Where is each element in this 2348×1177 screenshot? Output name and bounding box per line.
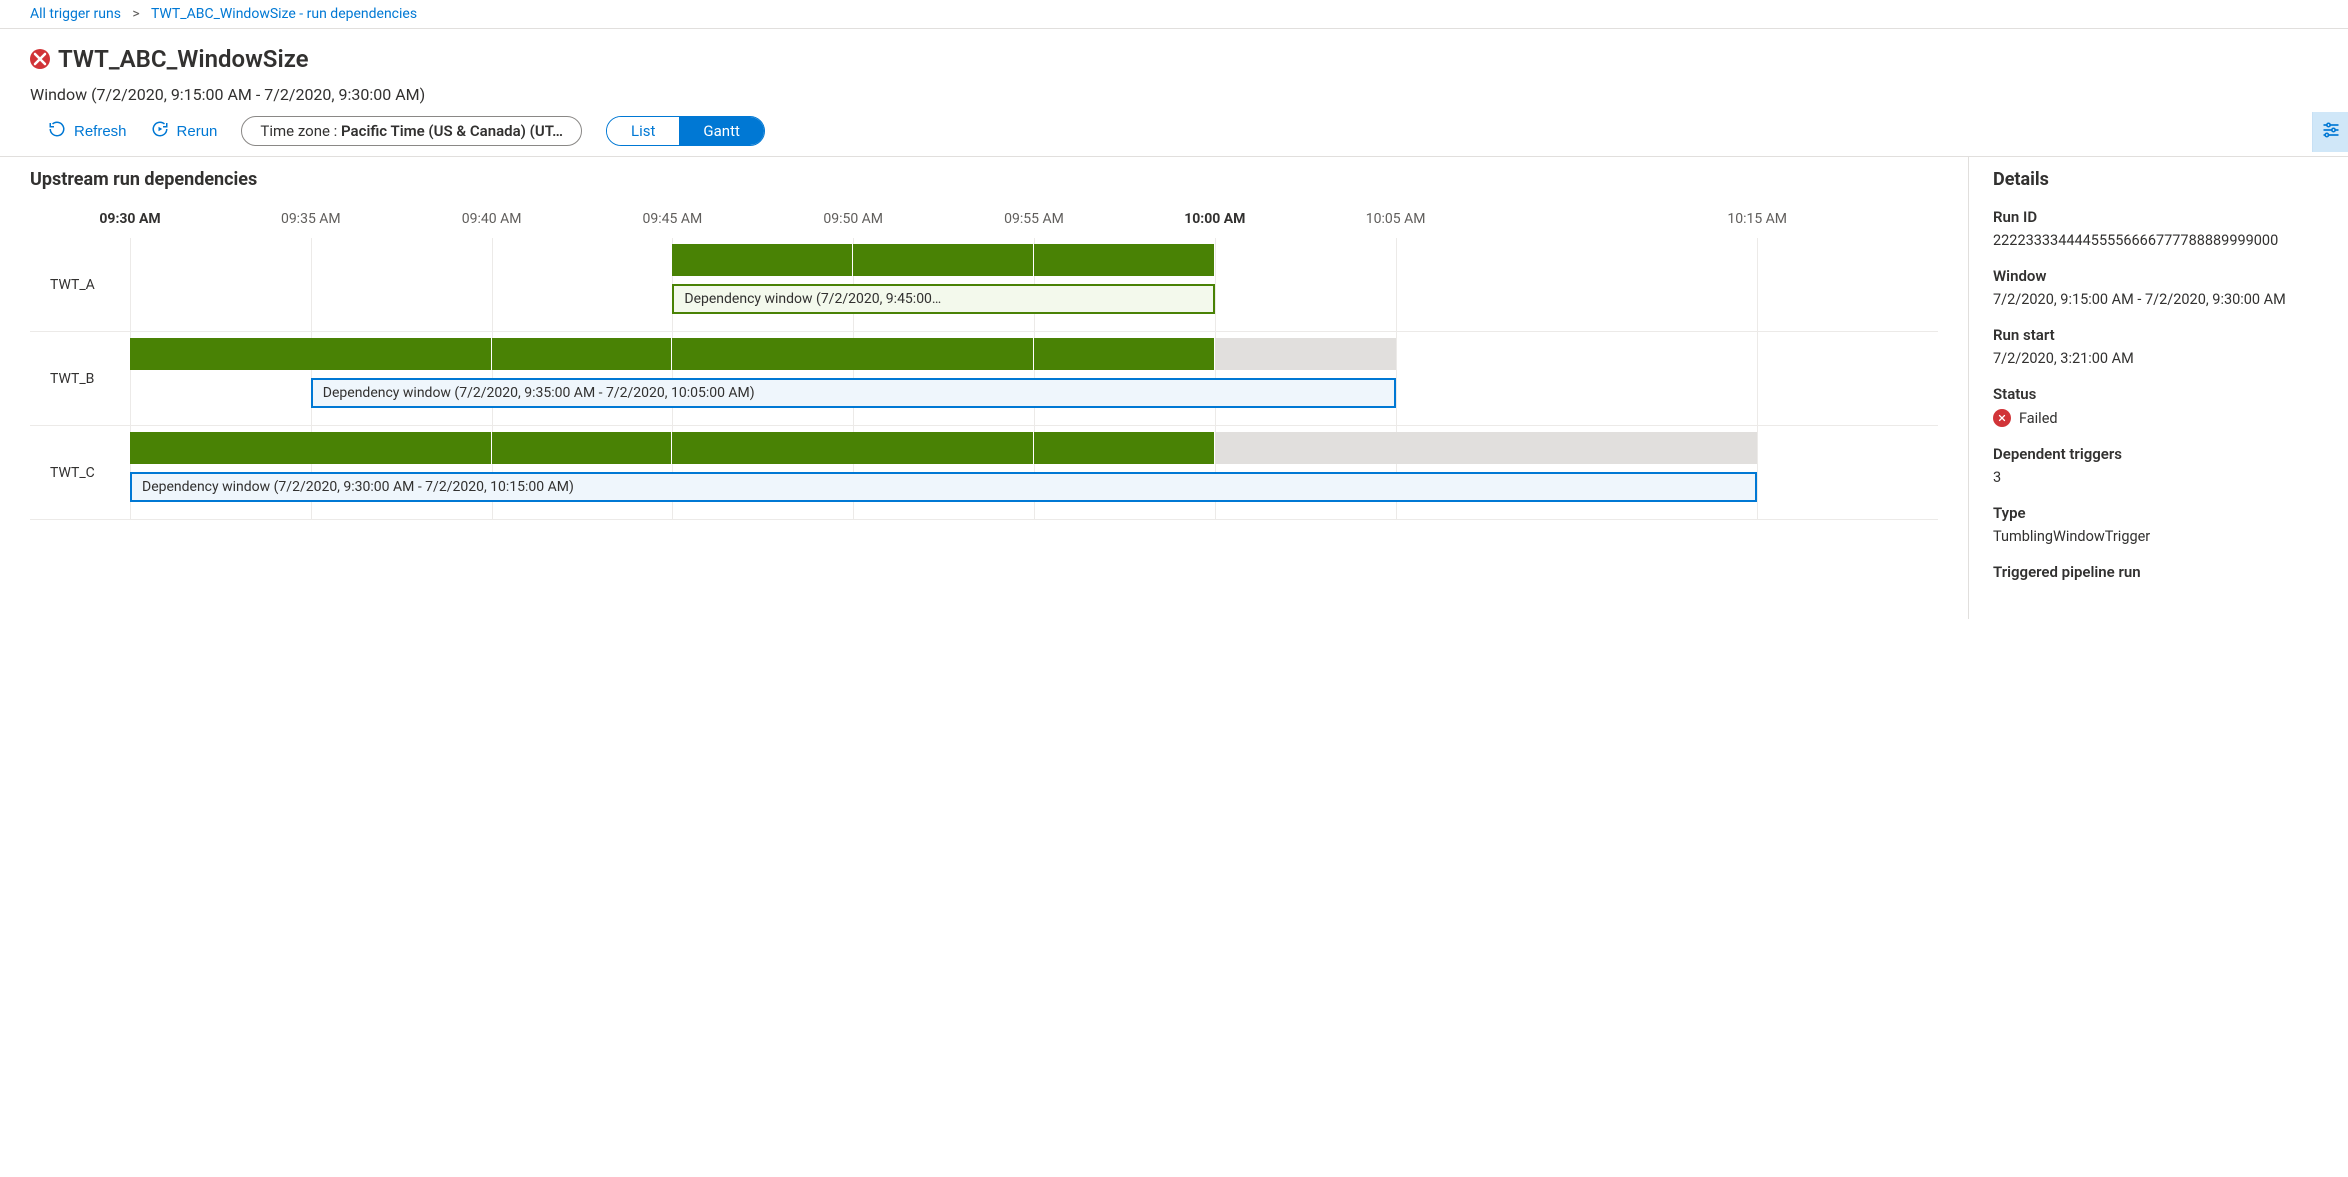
run-id-value: 22223333444455556666777788889999000 xyxy=(1993,232,2324,249)
gantt-row: TWT_CDependency window (7/2/2020, 9:30:0… xyxy=(30,426,1938,520)
gantt-row-label: TWT_B xyxy=(30,332,130,425)
gantt-bar-segment xyxy=(492,432,673,464)
refresh-icon xyxy=(48,120,66,142)
gantt-bar-segment xyxy=(1034,244,1215,276)
view-toggle: List Gantt xyxy=(606,116,765,146)
gantt-tick-label: 10:00 AM xyxy=(1184,211,1245,227)
dependent-triggers-value: 3 xyxy=(1993,469,2324,486)
upstream-dependencies-title: Upstream run dependencies xyxy=(30,169,1938,190)
dependent-triggers-label: Dependent triggers xyxy=(1993,445,2324,463)
details-title: Details xyxy=(1993,169,2324,190)
type-value: TumblingWindowTrigger xyxy=(1993,528,2324,545)
toolbar: Refresh Rerun Time zone : Pacific Time (… xyxy=(0,116,2348,156)
page-title: TWT_ABC_WindowSize xyxy=(58,45,309,73)
rerun-button[interactable]: Rerun xyxy=(151,118,218,144)
gantt-bar-segment xyxy=(1215,338,1396,370)
gantt-tick-label: 09:40 AM xyxy=(462,211,522,227)
gantt-row-plot: Dependency window (7/2/2020, 9:45:00… xyxy=(130,238,1938,331)
gantt-bar-segment xyxy=(1034,432,1215,464)
sliders-icon xyxy=(2321,120,2341,144)
gantt-tick-label: 09:45 AM xyxy=(643,211,703,227)
status-error-icon xyxy=(30,49,50,69)
status-value: Failed xyxy=(2019,410,2058,427)
breadcrumb: All trigger runs > TWT_ABC_WindowSize - … xyxy=(0,0,2348,29)
gantt-tick-label: 10:15 AM xyxy=(1727,211,1787,227)
view-toggle-gantt[interactable]: Gantt xyxy=(679,117,763,145)
breadcrumb-separator: > xyxy=(132,6,139,22)
settings-button[interactable] xyxy=(2312,112,2348,152)
details-panel: Details Run ID 2222333344445555666677778… xyxy=(1968,157,2348,619)
gantt-bar[interactable] xyxy=(672,244,1214,276)
window-label: Window xyxy=(1993,267,2324,285)
gantt-bar-segment xyxy=(672,432,1034,464)
gantt-row-label: TWT_A xyxy=(30,238,130,331)
timezone-label: Time zone : xyxy=(260,122,341,140)
gantt-row: TWT_A Dependency window (7/2/2020, 9:45:0… xyxy=(30,238,1938,332)
window-subtitle: Window (7/2/2020, 9:15:00 AM - 7/2/2020,… xyxy=(30,73,2318,116)
gantt-row-plot: Dependency window (7/2/2020, 9:35:00 AM … xyxy=(130,332,1938,425)
run-start-label: Run start xyxy=(1993,326,2324,344)
gantt-tick-label: 09:55 AM xyxy=(1004,211,1064,227)
run-start-value: 7/2/2020, 3:21:00 AM xyxy=(1993,350,2324,367)
dependency-window[interactable]: Dependency window (7/2/2020, 9:45:00… xyxy=(672,284,1214,314)
dependency-window[interactable]: Dependency window (7/2/2020, 9:30:00 AM … xyxy=(130,472,1757,502)
gantt-tick-label: 09:35 AM xyxy=(281,211,341,227)
view-toggle-list[interactable]: List xyxy=(607,117,679,145)
gantt-tick-label: 09:30 AM xyxy=(99,211,160,227)
rerun-label: Rerun xyxy=(177,123,218,140)
status-failed-icon xyxy=(1993,409,2011,427)
type-label: Type xyxy=(1993,504,2324,522)
gantt-row-plot: Dependency window (7/2/2020, 9:30:00 AM … xyxy=(130,426,1938,519)
breadcrumb-current-link[interactable]: TWT_ABC_WindowSize - run dependencies xyxy=(151,6,417,22)
status-label: Status xyxy=(1993,385,2324,403)
timezone-value: Pacific Time (US & Canada) (UT… xyxy=(341,122,563,140)
gantt-bar-segment xyxy=(1034,338,1215,370)
gantt-tick-label: 09:50 AM xyxy=(823,211,883,227)
gantt-chart: 09:30 AM 09:35 AM 09:40 AM 09:45 AM 09:50 AM… xyxy=(30,204,1938,520)
refresh-button[interactable]: Refresh xyxy=(48,118,127,144)
gantt-bar-segment xyxy=(672,244,853,276)
refresh-label: Refresh xyxy=(74,123,127,140)
window-value: 7/2/2020, 9:15:00 AM - 7/2/2020, 9:30:00… xyxy=(1993,291,2324,308)
gantt-bar-segment xyxy=(853,244,1034,276)
gantt-bar-segment xyxy=(492,338,673,370)
gantt-bar-segment xyxy=(1215,432,1757,464)
gantt-row: TWT_B Dependency window (7/2/2020, 9:35:0… xyxy=(30,332,1938,426)
breadcrumb-root-link[interactable]: All trigger runs xyxy=(30,6,121,22)
rerun-icon xyxy=(151,120,169,142)
triggered-pipeline-run-label: Triggered pipeline run xyxy=(1993,563,2324,581)
timezone-selector[interactable]: Time zone : Pacific Time (US & Canada) (… xyxy=(241,116,582,146)
gantt-bar-segment xyxy=(130,432,492,464)
gantt-bar-segment xyxy=(130,338,492,370)
gantt-bar-segment xyxy=(672,338,1034,370)
gantt-row-label: TWT_C xyxy=(30,426,130,519)
run-id-label: Run ID xyxy=(1993,208,2324,226)
gantt-bar[interactable] xyxy=(130,338,1396,370)
gantt-bar[interactable] xyxy=(130,432,1757,464)
dependency-window[interactable]: Dependency window (7/2/2020, 9:35:00 AM … xyxy=(311,378,1396,408)
gantt-tick-label: 10:05 AM xyxy=(1366,211,1426,227)
